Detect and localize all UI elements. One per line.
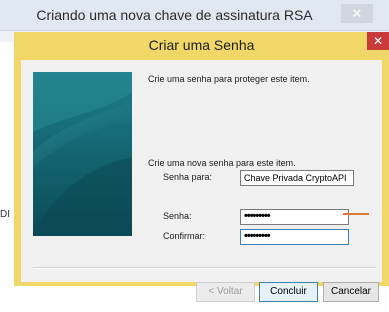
create-password-dialog: Criar uma Senha ✕ Crie uma senha para pr…	[14, 32, 389, 302]
section-text: Crie uma nova senha para este item.	[148, 158, 296, 168]
pointer-indicator	[343, 213, 369, 215]
button-separator	[33, 267, 376, 269]
password-input[interactable]: •••••••••	[240, 209, 349, 225]
dialog-titlebar[interactable]: Criar uma Senha ✕	[14, 32, 389, 59]
dialog-close-button[interactable]: ✕	[367, 32, 389, 50]
wizard-side-image	[33, 72, 132, 236]
password-for-field: Chave Privada CryptoAPI	[240, 170, 354, 186]
dialog-title: Criar uma Senha	[148, 37, 255, 53]
background-close-button[interactable]: ✕	[341, 4, 373, 23]
back-button[interactable]: < Voltar	[196, 282, 255, 302]
finish-button[interactable]: Concluir	[259, 282, 318, 302]
close-icon: ✕	[351, 6, 363, 21]
background-window-title: Criando uma nova chave de assinatura RSA	[36, 7, 313, 23]
intro-text: Crie uma senha para proteger este item.	[148, 74, 310, 84]
dialog-client-area: Crie uma senha para proteger este item. …	[21, 60, 382, 302]
confirm-password-input[interactable]: •••••••••	[240, 229, 349, 245]
password-label: Senha:	[163, 211, 192, 221]
confirm-label: Confirmar:	[163, 231, 206, 241]
password-for-label: Senha para:	[163, 172, 213, 182]
cancel-button[interactable]: Cancelar	[323, 282, 379, 302]
background-window-titlebar[interactable]: Criando uma nova chave de assinatura RSA…	[0, 0, 389, 31]
background-text-fragment: DI	[0, 209, 10, 220]
close-icon: ✕	[372, 34, 384, 48]
